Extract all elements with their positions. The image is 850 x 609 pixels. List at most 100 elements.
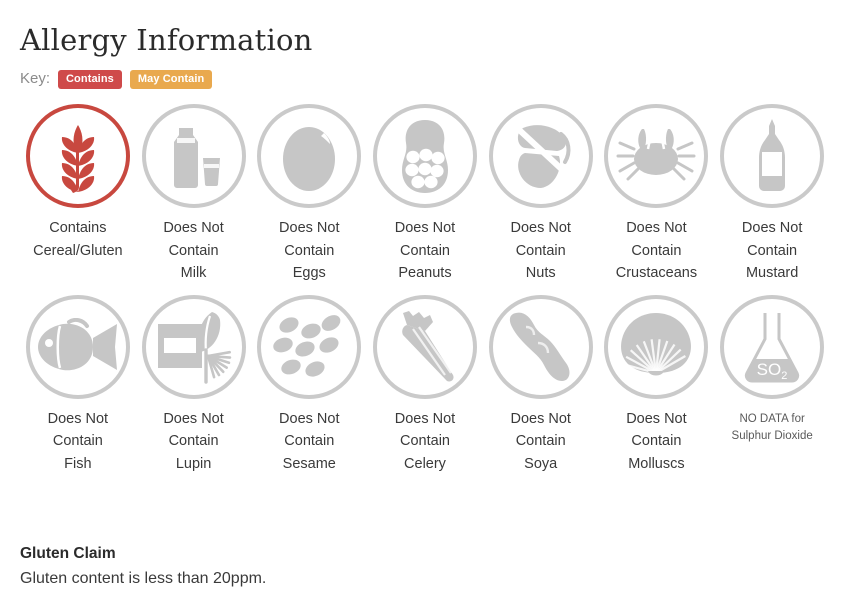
allergen-label: Does Not Contain Soya — [510, 408, 570, 476]
allergen-label-line: Contain — [631, 242, 682, 259]
allergen-label: Does Not Contain Sesame — [279, 408, 339, 476]
allergen-label-line: Does Not — [394, 410, 456, 427]
allergen-label-line: Does Not — [510, 410, 571, 427]
allergen-label-line: Contains — [49, 220, 107, 236]
allergen-circle: SO2 — [720, 294, 825, 399]
allergen-label: Does Not Contain Eggs — [279, 217, 339, 285]
allergen-label: Does Not Contain Crustaceans — [616, 217, 697, 285]
allergen-circle — [720, 104, 825, 208]
allergen-label-line: Peanuts — [398, 265, 452, 281]
allergen-label-line: Contain — [52, 433, 103, 449]
allergen-label: Does Not Contain Milk — [163, 217, 223, 285]
allergen-label-line: Sesame — [282, 455, 336, 472]
allergen-label-line: Does Not — [394, 220, 456, 236]
allergen-label-line: Does Not — [279, 220, 340, 236]
celery-icon — [389, 309, 461, 385]
allergen-label-line: Milk — [180, 265, 207, 281]
fish-icon — [35, 317, 121, 376]
allergen-label-line: Fish — [64, 455, 92, 472]
allergen-label-line: Celery — [404, 455, 446, 472]
allergen-label-line: Contain — [284, 433, 335, 449]
allergen-label-line: Contain — [284, 242, 335, 259]
allergen-cell-fish: Does Not Contain Fish — [20, 294, 136, 476]
allergen-circle — [604, 294, 709, 399]
allergen-label-line: Does Not — [626, 410, 687, 427]
allergen-label-line: Soya — [524, 455, 558, 472]
eggs-icon — [278, 120, 340, 192]
allergen-label-line: Nuts — [525, 265, 556, 281]
allergen-circle — [141, 104, 246, 208]
allergen-label: Does Not Contain Celery — [395, 408, 455, 476]
allergen-cell-sulphur-dioxide-flask: SO2 NO DATA for Sulphur Dioxide — [714, 294, 830, 476]
allergen-label-line: NO DATA for — [739, 412, 805, 425]
page-title: Allergy Information — [20, 23, 313, 57]
allergen-label: Does Not Contain Mustard — [742, 217, 802, 285]
allergy-information-page: Allergy Information Key: Contains May Co… — [0, 0, 850, 609]
allergen-circle — [25, 294, 130, 399]
allergen-label-line: Contain — [400, 242, 450, 259]
allergen-label-line: Mustard — [745, 265, 799, 281]
allergen-label: Contains Cereal/Gluten — [33, 217, 122, 262]
allergen-cell-sesame: Does Not Contain Sesame — [251, 294, 367, 476]
allergen-cell-cereal-gluten: Contains Cereal/Gluten — [20, 104, 136, 285]
milk-icon — [159, 124, 229, 188]
allergen-circle — [372, 104, 477, 208]
allergen-label: Does Not Contain Molluscs — [626, 408, 686, 476]
allergen-circle — [25, 104, 130, 208]
allergen-cell-soya: Does Not Contain Soya — [483, 294, 599, 476]
allergen-cell-nuts: Does Not Contain Nuts — [483, 104, 599, 285]
allergen-label-line: Molluscs — [628, 455, 685, 472]
allergen-label: NO DATA for Sulphur Dioxide — [732, 411, 813, 445]
allergen-label: Does Not Contain Lupin — [163, 408, 223, 476]
allergen-circle — [257, 294, 362, 399]
allergen-label-line: Contain — [515, 433, 566, 449]
key-badge-may-contain: May Contain — [129, 69, 213, 89]
allergen-label-line: Does Not — [510, 220, 571, 236]
allergen-grid-row-2: Does Not Contain Fish Does Not Contain Lupin D… — [20, 294, 830, 476]
allergen-cell-crustaceans: Does Not Contain Crustaceans — [599, 104, 715, 285]
allergen-cell-eggs: Does Not Contain Eggs — [251, 104, 367, 285]
allergen-label-line: Contain — [747, 242, 798, 259]
allergen-label-line: Does Not — [279, 410, 340, 427]
key-label: Key: — [20, 70, 51, 87]
allergen-cell-molluscs: Does Not Contain Molluscs — [599, 294, 715, 476]
allergen-circle — [488, 294, 593, 399]
sesame-icon — [269, 309, 349, 385]
allergen-label-line: Contain — [515, 242, 566, 259]
lupin-icon — [150, 310, 238, 384]
allergen-label-line: Sulphur Dioxide — [731, 429, 813, 442]
cereal-gluten-icon — [46, 117, 110, 195]
allergen-label-line: Does Not — [47, 410, 109, 427]
allergen-cell-lupin: Does Not Contain Lupin — [136, 294, 252, 476]
allergen-circle — [604, 104, 709, 208]
nuts-icon — [503, 120, 579, 192]
allergen-circle — [372, 294, 477, 399]
gluten-claim: Gluten Claim Gluten content is less than… — [20, 543, 540, 591]
allergen-label-line: Contain — [400, 433, 450, 449]
allergen-label-line: Eggs — [292, 265, 326, 281]
sulphur-dioxide-flask-icon: SO2 — [739, 309, 805, 385]
allergen-label: Does Not Contain Peanuts — [395, 217, 455, 285]
allergen-label-line: Crustaceans — [615, 265, 698, 281]
allergen-label-line: Lupin — [175, 455, 212, 472]
allergen-cell-mustard: Does Not Contain Mustard — [714, 104, 830, 285]
allergen-label-line: Contain — [168, 242, 219, 259]
crustaceans-icon — [614, 123, 698, 189]
gluten-claim-title: Gluten Claim — [20, 545, 116, 562]
allergen-grid-row-1: Contains Cereal/Gluten Does Not Contain Milk… — [20, 104, 830, 285]
allergen-label-line: Contain — [168, 433, 219, 449]
allergen-label-line: Does Not — [741, 220, 803, 236]
allergen-label-line: Contain — [631, 433, 682, 449]
key-legend: Key: Contains May Contain — [20, 68, 830, 90]
allergen-label: Does Not Contain Nuts — [510, 217, 570, 285]
allergen-label-line: Does Not — [163, 220, 224, 236]
allergen-label-line: Cereal/Gluten — [33, 242, 123, 259]
key-badge-contains: Contains — [58, 69, 122, 89]
allergen-circle — [488, 104, 593, 208]
molluscs-icon — [616, 311, 696, 383]
allergen-cell-celery: Does Not Contain Celery — [367, 294, 483, 476]
allergen-cell-peanuts: Does Not Contain Peanuts — [367, 104, 483, 285]
mustard-icon — [748, 118, 796, 194]
peanuts-icon — [388, 117, 462, 195]
allergen-label-line: Does Not — [626, 220, 687, 236]
